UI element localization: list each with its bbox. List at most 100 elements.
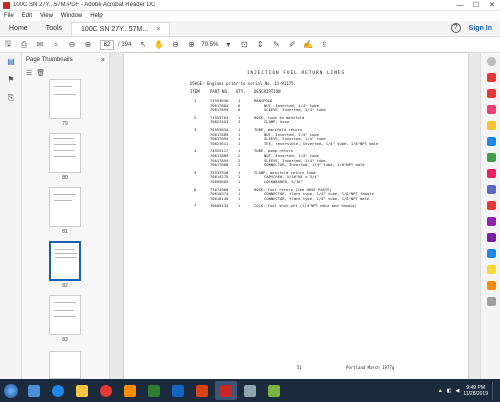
- export-pdf-icon[interactable]: [481, 69, 500, 85]
- row-qty: 1: [238, 179, 241, 184]
- highlight-icon[interactable]: ✐: [284, 40, 300, 49]
- protect-icon[interactable]: [481, 181, 500, 197]
- share-icon[interactable]: ⇪: [316, 40, 332, 49]
- network-icon[interactable]: ◧: [447, 388, 452, 394]
- menu-file[interactable]: File: [0, 13, 18, 19]
- fit-page-icon[interactable]: ⊡: [236, 40, 252, 49]
- zoom-level[interactable]: 70.5%: [201, 42, 218, 48]
- tab-document-label: 100C SN 27Y...57M...: [81, 25, 149, 33]
- email-icon[interactable]: ✉: [32, 40, 48, 49]
- taskbar-app-media[interactable]: [119, 381, 141, 400]
- scroll-mode-icon[interactable]: ⇕: [252, 40, 268, 49]
- select-tool-icon[interactable]: ↖: [135, 40, 151, 49]
- taskbar-app-acrobat[interactable]: [215, 381, 237, 400]
- save-icon[interactable]: 🖫: [0, 38, 16, 52]
- help-icon[interactable]: ?: [450, 23, 461, 33]
- tray-arrow-icon[interactable]: ▲: [438, 388, 443, 394]
- sign-in-button[interactable]: Sign In: [469, 25, 492, 32]
- tab-close-icon[interactable]: ×: [156, 23, 160, 37]
- comment-icon[interactable]: ✎: [268, 40, 284, 49]
- show-desktop-button[interactable]: [492, 381, 496, 400]
- row-qty: 1: [238, 203, 241, 209]
- search-icon[interactable]: ⌕: [48, 40, 64, 50]
- create-pdf-icon[interactable]: [481, 85, 500, 101]
- send-for-signature-icon[interactable]: [481, 229, 500, 245]
- clock-date: 11/28/2019: [463, 390, 488, 397]
- maximize-button[interactable]: ☐: [468, 1, 484, 9]
- prev-page-icon[interactable]: ⊖: [64, 40, 80, 49]
- row-description: CONNECTOR, Inverted, 1/4" tube, 1/8"NPT …: [264, 162, 365, 168]
- taskbar-app-paint[interactable]: [263, 381, 285, 400]
- volume-icon[interactable]: ◀: [455, 388, 459, 394]
- row-item: 4: [194, 148, 197, 154]
- thumbnail-label: 82: [62, 283, 68, 289]
- page-number-input[interactable]: 82: [100, 39, 114, 50]
- send-track-icon[interactable]: [481, 245, 500, 261]
- page-footer: Portland March 1977g: [346, 365, 395, 370]
- col-header-part: PART NO.: [210, 89, 230, 94]
- thumb-text-line: [54, 86, 72, 87]
- combine-files-icon[interactable]: [481, 133, 500, 149]
- taskbar-app-ie[interactable]: [47, 381, 69, 400]
- menu-window[interactable]: Window: [57, 13, 86, 19]
- thumbnail-81[interactable]: [49, 187, 81, 227]
- clock[interactable]: 9:49 PM 11/28/2019: [463, 385, 488, 397]
- row-qty: 2: [238, 119, 241, 125]
- thumbnail-82[interactable]: [49, 241, 81, 281]
- zoom-tool-icon[interactable]: [481, 53, 500, 69]
- page-thumbnails-icon[interactable]: ▤: [0, 53, 22, 71]
- taskbar-app-word[interactable]: [167, 381, 189, 400]
- delete-page-icon[interactable]: 🗑: [36, 69, 45, 77]
- minimize-button[interactable]: —: [452, 2, 468, 9]
- organize-pages-icon[interactable]: [481, 149, 500, 165]
- window-title: 100C SN 27Y...57M.PDF - Adobe Acrobat Re…: [13, 2, 156, 8]
- menu-edit[interactable]: Edit: [18, 13, 36, 19]
- edit-pdf-icon[interactable]: [481, 101, 500, 117]
- usage-note: USAGE: Engines prior to serial No. 11-91…: [190, 81, 296, 86]
- tab-home[interactable]: Home: [0, 22, 37, 36]
- close-button[interactable]: ✕: [484, 1, 500, 9]
- tab-tools[interactable]: Tools: [37, 22, 71, 36]
- zoom-out-icon[interactable]: ⊖: [167, 40, 183, 49]
- panel-close-icon[interactable]: ×: [101, 57, 105, 64]
- row-description: SLEEVE, Inverted, 1/4" tube: [264, 107, 326, 113]
- more-tools-icon[interactable]: [481, 261, 500, 277]
- tab-document[interactable]: 100C SN 27Y...57M... ×: [71, 22, 171, 37]
- zoom-dropdown-icon[interactable]: ▾: [220, 40, 236, 49]
- optimize-pdf-icon[interactable]: [481, 197, 500, 213]
- thumbnail-84[interactable]: [49, 351, 81, 379]
- sign-icon[interactable]: ✍: [300, 40, 316, 49]
- taskbar-app-folder[interactable]: [71, 381, 93, 400]
- document-area[interactable]: INJECTION FUEL RETURN LINES USAGE: Engin…: [110, 53, 480, 379]
- windows-logo-icon: [4, 383, 18, 398]
- system-tray: ▲ ◧ ◀ 9:49 PM 11/28/2019: [438, 381, 500, 400]
- thumb-text-line: [54, 316, 76, 317]
- fill-sign-icon[interactable]: [481, 213, 500, 229]
- comment-tool-icon[interactable]: [481, 117, 500, 133]
- thumbnail-79[interactable]: [49, 79, 81, 119]
- start-button[interactable]: [0, 379, 22, 402]
- options-icon[interactable]: ☰: [26, 69, 32, 77]
- taskbar-app-mail[interactable]: [239, 381, 261, 400]
- print-icon[interactable]: ⎙: [16, 40, 32, 50]
- zoom-in-icon[interactable]: ⊕: [183, 40, 199, 49]
- row-part-number: 70610140: [210, 195, 229, 201]
- hand-tool-icon[interactable]: ✋: [151, 40, 167, 49]
- taskbar-app-excel[interactable]: [143, 381, 165, 400]
- attachments-icon[interactable]: ⎘: [0, 89, 22, 107]
- next-page-icon[interactable]: ⊕: [80, 40, 96, 49]
- row-part-number: 70623611: [210, 140, 229, 146]
- thumb-text-line: [54, 138, 74, 139]
- bookmarks-icon[interactable]: ⚑: [0, 71, 22, 89]
- menu-view[interactable]: View: [36, 13, 57, 19]
- menu-help[interactable]: Help: [86, 13, 106, 19]
- thumbnail-80[interactable]: [49, 133, 81, 173]
- taskbar-app-explorer[interactable]: [23, 381, 45, 400]
- customize-icon[interactable]: [481, 293, 500, 309]
- thumbnail-83[interactable]: [49, 295, 81, 335]
- row-description: COCK, fuel shut-off (1/4"NPT male and fe…: [254, 203, 357, 209]
- share-tool-icon[interactable]: [481, 277, 500, 293]
- taskbar-app-powerpoint[interactable]: [191, 381, 213, 400]
- taskbar-app-chrome[interactable]: [95, 381, 117, 400]
- redact-icon[interactable]: [481, 165, 500, 181]
